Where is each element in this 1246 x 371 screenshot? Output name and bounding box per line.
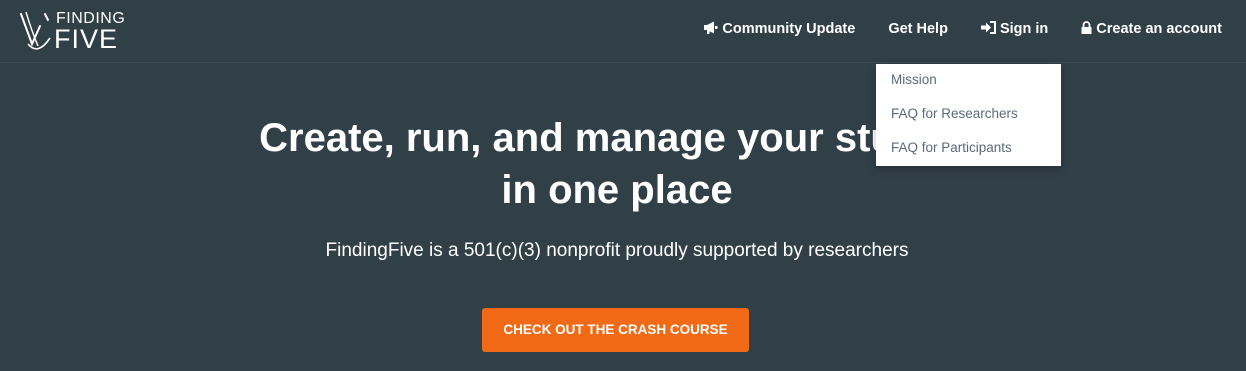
nav-sign-in[interactable]: Sign in [980,20,1049,38]
get-help-dropdown: Mission FAQ for Researchers FAQ for Part… [876,64,1061,166]
page: FINDING FIVE Community Update Get Help S… [0,0,1246,371]
lock-icon [1081,20,1092,38]
megaphone-icon [703,21,718,38]
nav-community-update[interactable]: Community Update [703,21,855,38]
nav-get-help[interactable]: Get Help [888,21,948,37]
dropdown-item-mission[interactable]: Mission [891,72,937,87]
dropdown-item-faq-researchers[interactable]: FAQ for Researchers [891,106,1018,121]
nav-sign-in-label: Sign in [999,21,1049,37]
logo-text-bottom: FIVE [54,24,119,54]
nav-get-help-label: Get Help [888,21,948,37]
main-nav: Community Update Get Help Sign in Create… [670,0,1222,58]
logo-mark-icon [20,11,51,50]
hero-title-line2: in one place [501,168,733,212]
nav-community-update-label: Community Update [722,21,856,37]
dropdown-item-faq-participants[interactable]: FAQ for Participants [891,140,1012,155]
findingfive-logo[interactable]: FINDING FIVE [18,8,148,56]
navbar: FINDING FIVE Community Update Get Help S… [0,0,1246,63]
hero-subtitle: FindingFive is a 501(c)(3) nonprofit pro… [325,240,909,261]
nav-create-account-label: Create an account [1096,21,1222,37]
sign-in-icon [980,20,996,38]
nav-create-account[interactable]: Create an account [1081,20,1222,38]
crash-course-button[interactable]: CHECK OUT THE CRASH COURSE [482,308,749,352]
